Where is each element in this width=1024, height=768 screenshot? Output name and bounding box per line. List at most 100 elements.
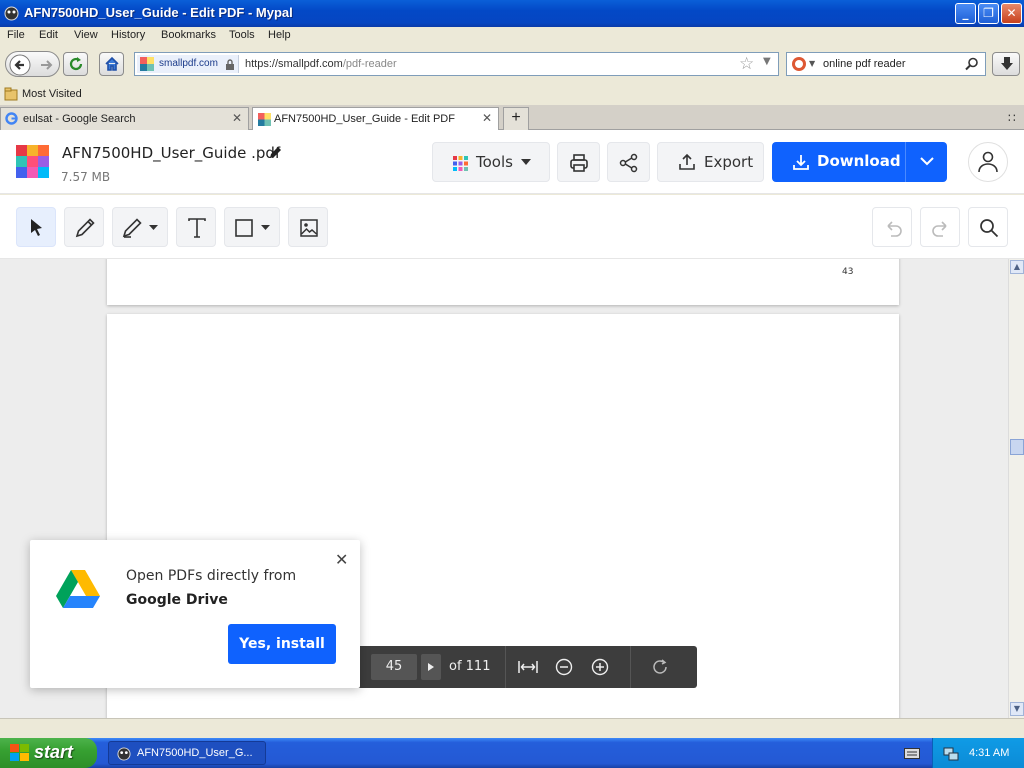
keyboard-icon[interactable] bbox=[904, 746, 920, 760]
tab-overflow-icon[interactable]: ∷ bbox=[1008, 111, 1016, 125]
download-button[interactable]: Download bbox=[772, 142, 947, 182]
menu-edit[interactable]: Edit bbox=[39, 29, 58, 41]
print-button[interactable] bbox=[557, 142, 600, 182]
close-popup-icon[interactable]: ✕ bbox=[335, 550, 348, 569]
close-tab-icon[interactable]: ✕ bbox=[232, 111, 242, 125]
current-page-input[interactable]: 45 bbox=[371, 654, 417, 680]
smallpdf-favicon-icon bbox=[258, 113, 271, 126]
new-tab-button[interactable]: + bbox=[503, 107, 529, 130]
text-tool-button[interactable] bbox=[176, 207, 216, 247]
printer-icon bbox=[570, 154, 588, 172]
zoom-in-icon[interactable] bbox=[591, 658, 609, 676]
forward-arrow-icon[interactable] bbox=[38, 57, 54, 73]
scroll-thumb[interactable] bbox=[1010, 439, 1024, 455]
bookmark-most-visited[interactable]: Most Visited bbox=[22, 88, 82, 100]
back-arrow-icon[interactable] bbox=[9, 54, 31, 76]
search-bar[interactable]: ▼ online pdf reader bbox=[786, 52, 986, 76]
export-label: Export bbox=[704, 153, 754, 171]
url-path: /pdf-reader bbox=[342, 58, 397, 70]
smallpdf-logo-icon[interactable] bbox=[16, 145, 49, 178]
chevron-down-icon[interactable] bbox=[920, 157, 934, 166]
next-page-button[interactable] bbox=[421, 654, 441, 680]
undo-button[interactable] bbox=[872, 207, 912, 247]
search-query[interactable]: online pdf reader bbox=[823, 58, 906, 70]
site-identity[interactable]: smallpdf.com bbox=[137, 55, 239, 73]
search-icon[interactable] bbox=[965, 57, 979, 71]
highlight-tool-button[interactable] bbox=[112, 207, 168, 247]
minimize-button[interactable]: _ bbox=[955, 3, 976, 24]
draw-tool-button[interactable] bbox=[64, 207, 104, 247]
pdf-page-previous: 43 bbox=[107, 259, 899, 305]
home-icon bbox=[105, 56, 119, 71]
magnifier-icon bbox=[980, 219, 999, 238]
caret-down-icon bbox=[149, 225, 158, 230]
download-icon bbox=[793, 155, 809, 170]
search-engine-dropdown-icon[interactable]: ▼ bbox=[809, 59, 815, 68]
popup-message: Open PDFs directly from bbox=[126, 568, 297, 584]
menu-file[interactable]: File bbox=[7, 29, 25, 41]
yes-install-button[interactable]: Yes, install bbox=[228, 624, 336, 664]
bookmark-star-icon[interactable]: ☆ bbox=[739, 54, 754, 74]
download-arrow-icon bbox=[1001, 57, 1013, 70]
taskbar-window-button[interactable]: AFN7500HD_User_G... bbox=[108, 741, 266, 765]
caret-down-icon bbox=[521, 159, 531, 165]
shape-tool-button[interactable] bbox=[224, 207, 280, 247]
menu-history[interactable]: History bbox=[111, 29, 145, 41]
menu-bookmarks[interactable]: Bookmarks bbox=[161, 29, 216, 41]
start-button[interactable]: start bbox=[0, 738, 97, 768]
reload-button[interactable] bbox=[63, 52, 88, 76]
tab-edit-pdf[interactable]: AFN7500HD_User_Guide - Edit PDF ✕ bbox=[252, 107, 499, 131]
total-pages-label: of 111 bbox=[449, 659, 491, 674]
fit-width-icon[interactable] bbox=[518, 659, 538, 675]
account-button[interactable] bbox=[968, 142, 1008, 182]
scroll-down-arrow-icon[interactable]: ▼ bbox=[1010, 702, 1024, 716]
search-document-button[interactable] bbox=[968, 207, 1008, 247]
popup-product-name: Google Drive bbox=[126, 592, 228, 608]
select-tool-button[interactable] bbox=[16, 207, 56, 247]
cursor-arrow-icon bbox=[31, 219, 42, 236]
tools-button[interactable]: Tools bbox=[432, 142, 550, 182]
export-button[interactable]: Export bbox=[657, 142, 764, 182]
menu-view[interactable]: View bbox=[74, 29, 98, 41]
mypal-app-icon bbox=[117, 747, 131, 761]
menu-tools[interactable]: Tools bbox=[229, 29, 255, 41]
divider bbox=[630, 646, 631, 688]
zoom-out-icon[interactable] bbox=[555, 658, 573, 676]
caret-right-icon bbox=[428, 663, 434, 671]
google-favicon-icon bbox=[5, 112, 18, 125]
export-upload-icon bbox=[679, 153, 695, 170]
duckduckgo-icon[interactable] bbox=[791, 56, 807, 72]
start-label: start bbox=[34, 742, 74, 762]
clock[interactable]: 4:31 AM bbox=[969, 747, 1009, 759]
redo-button[interactable] bbox=[920, 207, 960, 247]
rotate-icon[interactable] bbox=[651, 658, 669, 676]
url-dropdown-icon[interactable]: ▼ bbox=[763, 56, 771, 67]
menu-bar: File Edit View History Bookmarks Tools H… bbox=[0, 27, 1024, 45]
close-tab-icon[interactable]: ✕ bbox=[482, 111, 492, 125]
windows-logo-icon bbox=[10, 744, 29, 761]
smallpdf-favicon-icon bbox=[140, 57, 154, 71]
scroll-up-arrow-icon[interactable]: ▲ bbox=[1010, 260, 1024, 274]
address-bar[interactable]: smallpdf.com https://smallpdf.com/pdf-re… bbox=[134, 52, 779, 76]
url-text[interactable]: https://smallpdf.com/pdf-reader bbox=[245, 58, 397, 70]
menu-help[interactable]: Help bbox=[268, 29, 291, 41]
share-button[interactable] bbox=[607, 142, 650, 182]
maximize-button[interactable]: ❐ bbox=[978, 3, 999, 24]
taskbar-window-label: AFN7500HD_User_G... bbox=[137, 747, 253, 759]
file-name: AFN7500HD_User_Guide .pdf bbox=[62, 144, 281, 162]
home-button[interactable] bbox=[99, 52, 124, 76]
image-tool-button[interactable] bbox=[288, 207, 328, 247]
pencil-icon bbox=[75, 218, 95, 238]
vertical-scrollbar[interactable]: ▲ ▼ bbox=[1008, 259, 1024, 718]
network-icon[interactable] bbox=[943, 745, 959, 761]
back-forward-group bbox=[5, 51, 60, 77]
rename-pencil-icon[interactable] bbox=[268, 145, 283, 160]
downloads-button[interactable] bbox=[992, 52, 1020, 76]
close-window-button[interactable]: ✕ bbox=[1001, 3, 1022, 24]
site-badge: smallpdf.com bbox=[159, 58, 218, 69]
divider bbox=[505, 646, 506, 688]
highlighter-icon bbox=[122, 218, 142, 238]
url-host: https://smallpdf.com bbox=[245, 58, 343, 70]
tab-google-search[interactable]: eulsat - Google Search ✕ bbox=[0, 107, 249, 130]
image-icon bbox=[300, 219, 318, 237]
